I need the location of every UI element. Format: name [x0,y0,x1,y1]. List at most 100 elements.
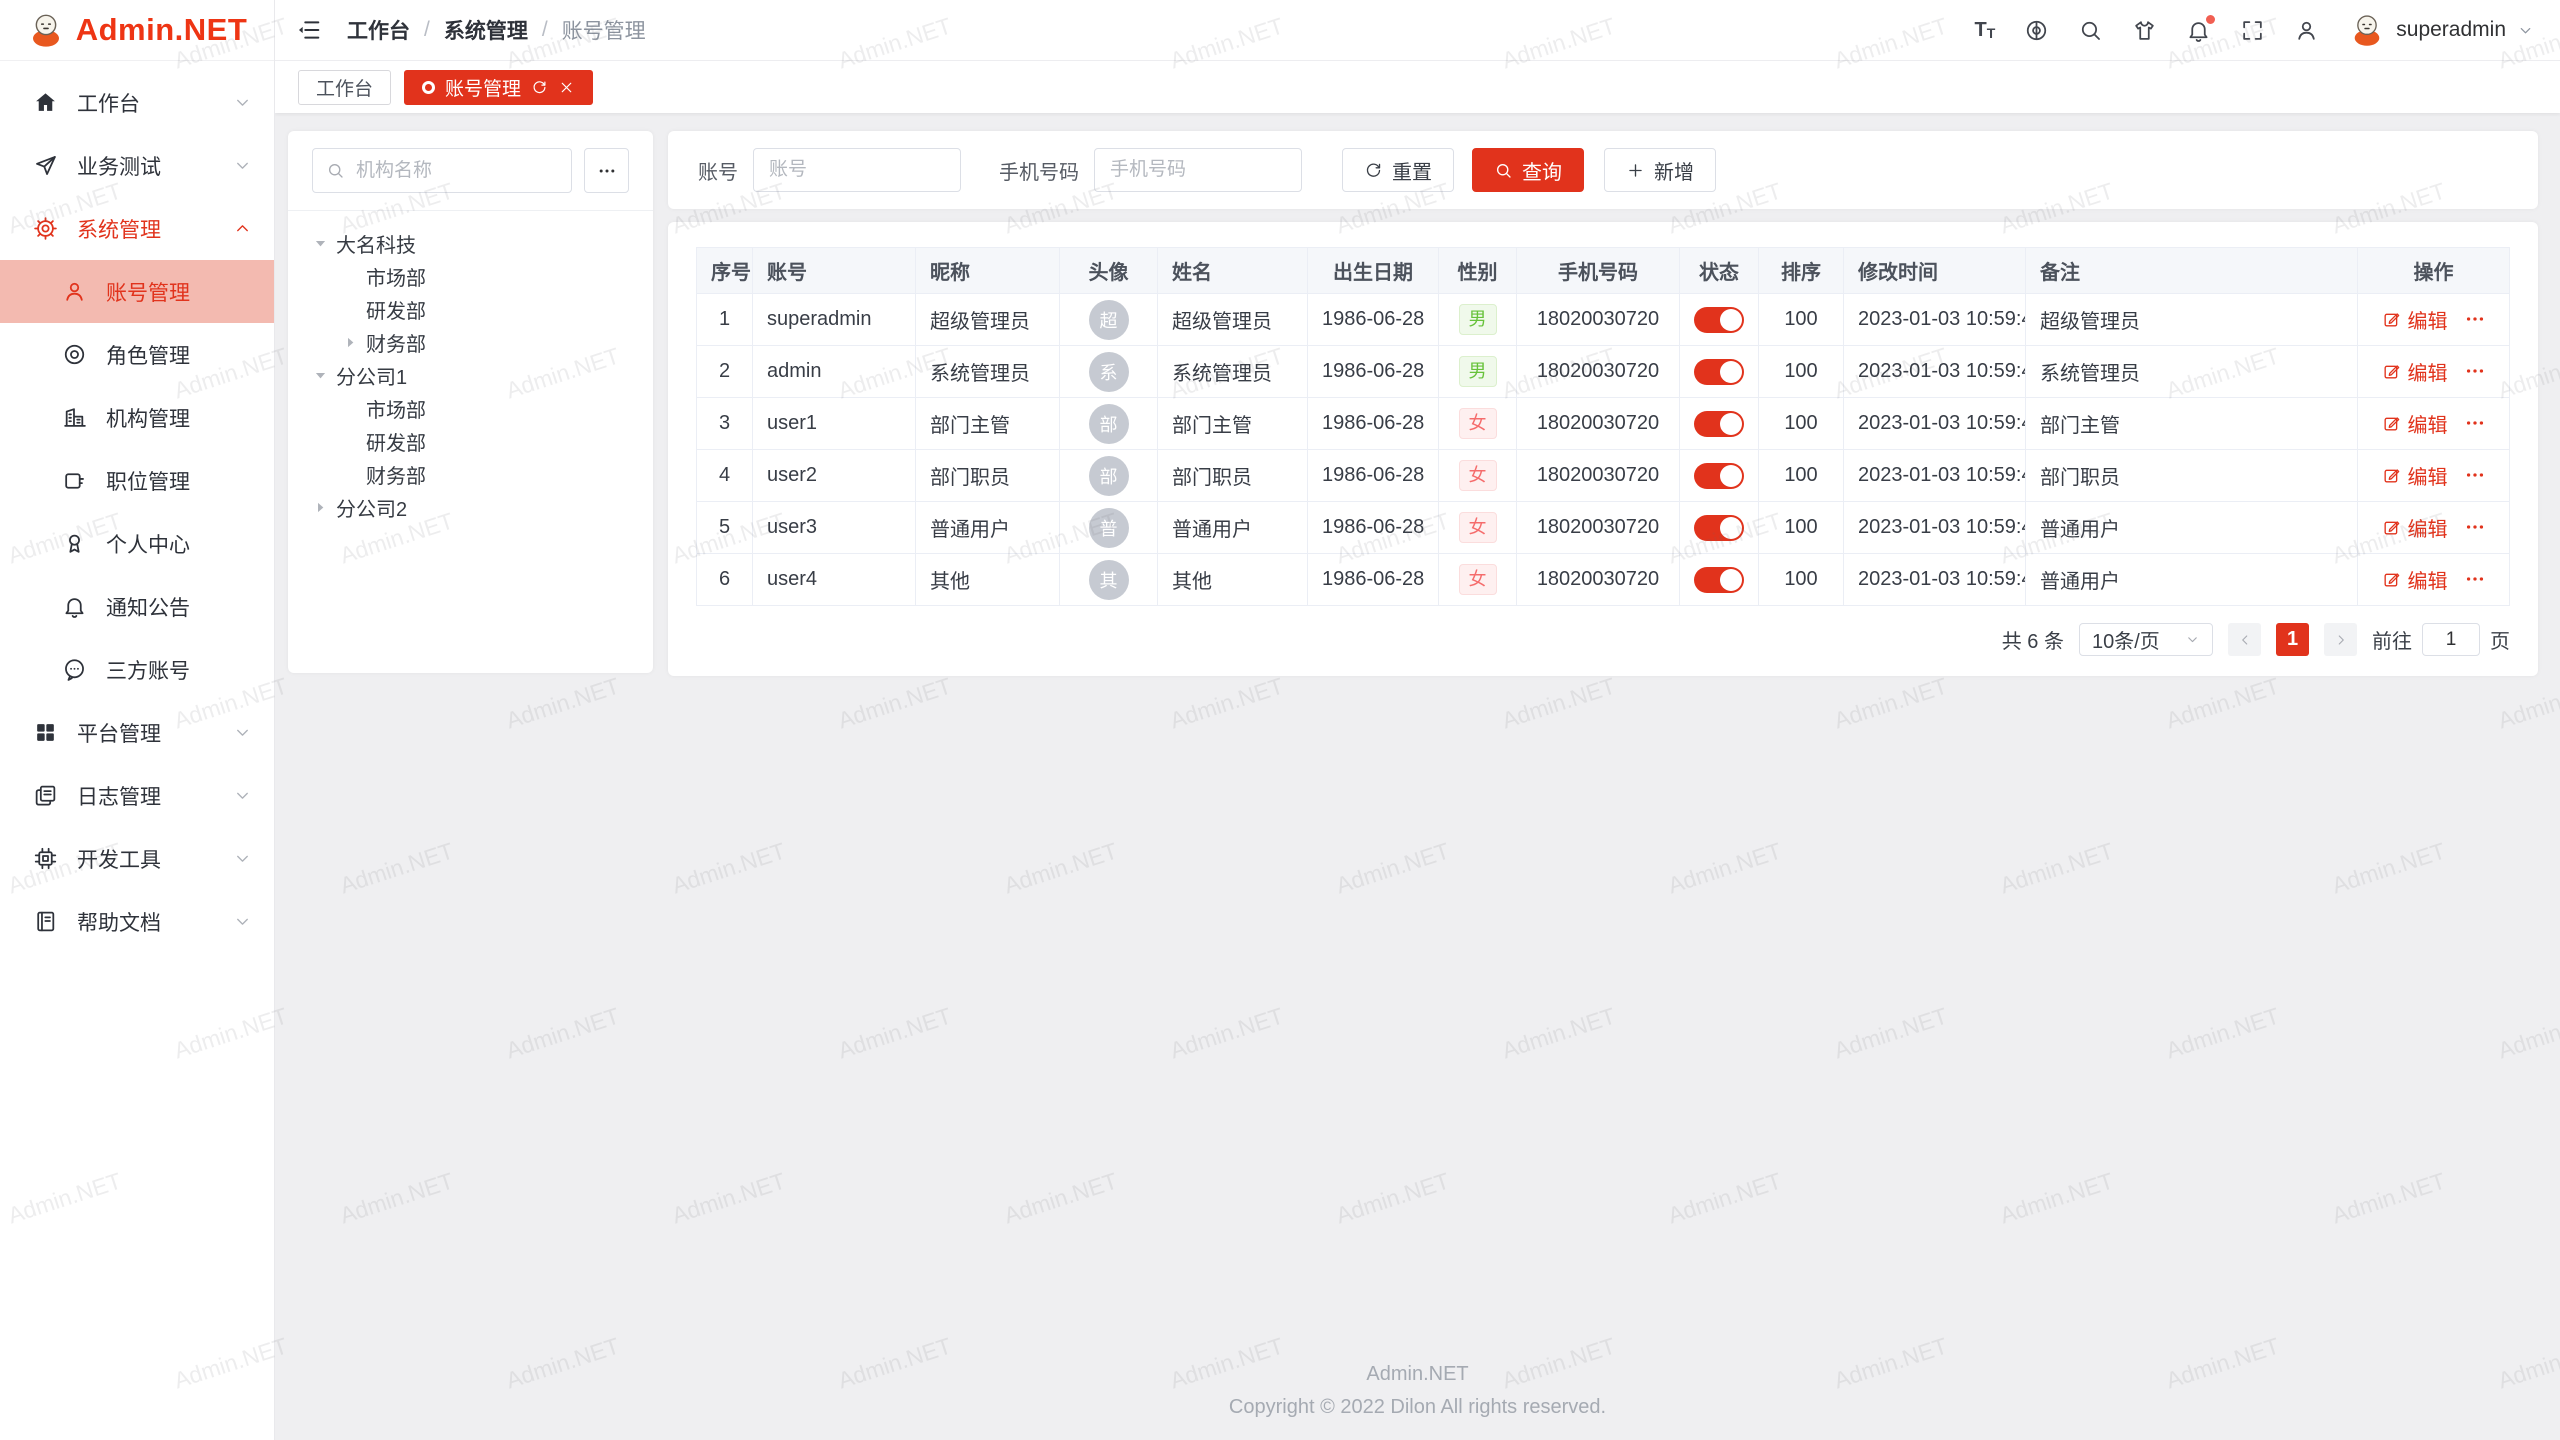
tab-workbench[interactable]: 工作台 [298,70,391,105]
page-number-button[interactable]: 1 [2276,623,2309,656]
cell-phone: 18020030720 [1517,398,1680,450]
status-toggle[interactable] [1694,463,1744,489]
tree-node[interactable]: 分公司2 [296,491,645,524]
cell-status [1680,554,1759,606]
breadcrumb-item[interactable]: 系统管理 [444,15,528,45]
sidebar-item-org-mgmt[interactable]: 机构管理 [0,386,274,449]
main-column: 工作台/系统管理/账号管理 TT superadmin 工作台账号管理 [275,0,2560,1440]
theme-icon[interactable] [2132,18,2157,43]
tree-node[interactable]: 分公司1 [296,359,645,392]
tab-close-icon[interactable] [558,79,575,96]
cell-order: 100 [1759,450,1844,502]
status-toggle[interactable] [1694,515,1744,541]
edit-button[interactable]: 编辑 [2382,513,2448,542]
tab-account-mgmt[interactable]: 账号管理 [404,70,593,105]
cell-avatar: 系 [1060,346,1158,398]
sidebar-item-position-mgmt[interactable]: 职位管理 [0,449,274,512]
column-header-name: 姓名 [1158,248,1308,294]
chevron-down-icon [233,849,252,868]
more-actions-icon[interactable] [2464,568,2486,590]
tree-node[interactable]: 市场部 [296,260,645,293]
cell-avatar: 部 [1060,398,1158,450]
status-toggle[interactable] [1694,359,1744,385]
cell-name: 超级管理员 [1158,294,1308,346]
sidebar-item-business-test[interactable]: 业务测试 [0,134,274,197]
edit-button[interactable]: 编辑 [2382,409,2448,438]
query-button[interactable]: 查询 [1472,148,1584,192]
sidebar-item-role-mgmt[interactable]: 角色管理 [0,323,274,386]
chevron-down-icon [233,786,252,805]
edit-button[interactable]: 编辑 [2382,357,2448,386]
user-menu[interactable]: superadmin [2349,12,2534,48]
status-toggle[interactable] [1694,307,1744,333]
goto-page-input[interactable] [2422,623,2480,656]
edit-button[interactable]: 编辑 [2382,305,2448,334]
status-toggle[interactable] [1694,411,1744,437]
next-page-button[interactable] [2324,623,2357,656]
sidebar-item-log-mgmt[interactable]: 日志管理 [0,764,274,827]
tree-node[interactable]: 市场部 [296,392,645,425]
more-actions-icon[interactable] [2464,308,2486,330]
font-size-icon[interactable]: TT [1974,20,1995,40]
edit-button-label: 编辑 [2408,305,2448,334]
cell-avatar: 部 [1060,450,1158,502]
tree-node-label: 财务部 [366,460,426,489]
fullscreen-icon[interactable] [2240,18,2265,43]
notification-icon[interactable] [2186,18,2211,43]
tree-node[interactable]: 财务部 [296,458,645,491]
tree-node[interactable]: 大名科技 [296,227,645,260]
cell-remark: 部门职员 [2026,450,2358,502]
caret-right-icon[interactable] [342,334,359,351]
cell-phone: 18020030720 [1517,294,1680,346]
sidebar-item-dev-tools[interactable]: 开发工具 [0,827,274,890]
page-size-select[interactable]: 10条/页 [2079,623,2213,656]
cell-gender: 女 [1439,554,1517,606]
caret-right-icon[interactable] [312,499,329,516]
cell-order: 100 [1759,294,1844,346]
cell-gender: 男 [1439,294,1517,346]
caret-down-icon[interactable] [312,367,329,384]
medal-icon [62,531,87,556]
caret-down-icon[interactable] [312,235,329,252]
more-actions-icon[interactable] [2464,412,2486,434]
building-icon [62,405,87,430]
tree-node[interactable]: 研发部 [296,293,645,326]
edit-button[interactable]: 编辑 [2382,461,2448,490]
more-actions-icon[interactable] [2464,464,2486,486]
breadcrumb-item[interactable]: 工作台 [347,15,410,45]
sidebar-item-third-account[interactable]: 三方账号 [0,638,274,701]
cell-gender: 女 [1439,502,1517,554]
status-toggle[interactable] [1694,567,1744,593]
profile-icon[interactable] [2294,18,2319,43]
org-search-input[interactable] [354,159,558,183]
menu-fold-icon[interactable] [295,16,323,44]
sidebar-item-account-mgmt[interactable]: 账号管理 [0,260,274,323]
edit-icon [2382,466,2401,485]
tab-refresh-icon[interactable] [531,79,548,96]
gear-icon [33,216,58,241]
cell-name: 其他 [1158,554,1308,606]
sidebar-item-label: 三方账号 [106,655,252,685]
search-icon[interactable] [2078,18,2103,43]
tree-node[interactable]: 财务部 [296,326,645,359]
sidebar-item-notice[interactable]: 通知公告 [0,575,274,638]
reset-button[interactable]: 重置 [1342,148,1454,192]
prev-page-button[interactable] [2228,623,2261,656]
sidebar-item-platform-mgmt[interactable]: 平台管理 [0,701,274,764]
more-actions-icon[interactable] [2464,516,2486,538]
phone-filter-input[interactable] [1094,148,1302,192]
sidebar-item-system-mgmt[interactable]: 系统管理 [0,197,274,260]
account-filter-input[interactable] [753,148,961,192]
edit-button[interactable]: 编辑 [2382,565,2448,594]
add-button[interactable]: 新增 [1604,148,1716,192]
cell-account: admin [753,346,916,398]
language-icon[interactable] [2024,18,2049,43]
org-more-button[interactable] [584,148,629,193]
sidebar-item-workbench[interactable]: 工作台 [0,71,274,134]
tree-node[interactable]: 研发部 [296,425,645,458]
gender-badge: 女 [1459,564,1497,596]
sidebar-item-help-docs[interactable]: 帮助文档 [0,890,274,953]
more-actions-icon[interactable] [2464,360,2486,382]
sidebar-item-personal-center[interactable]: 个人中心 [0,512,274,575]
logo: Admin.NET [0,0,274,61]
